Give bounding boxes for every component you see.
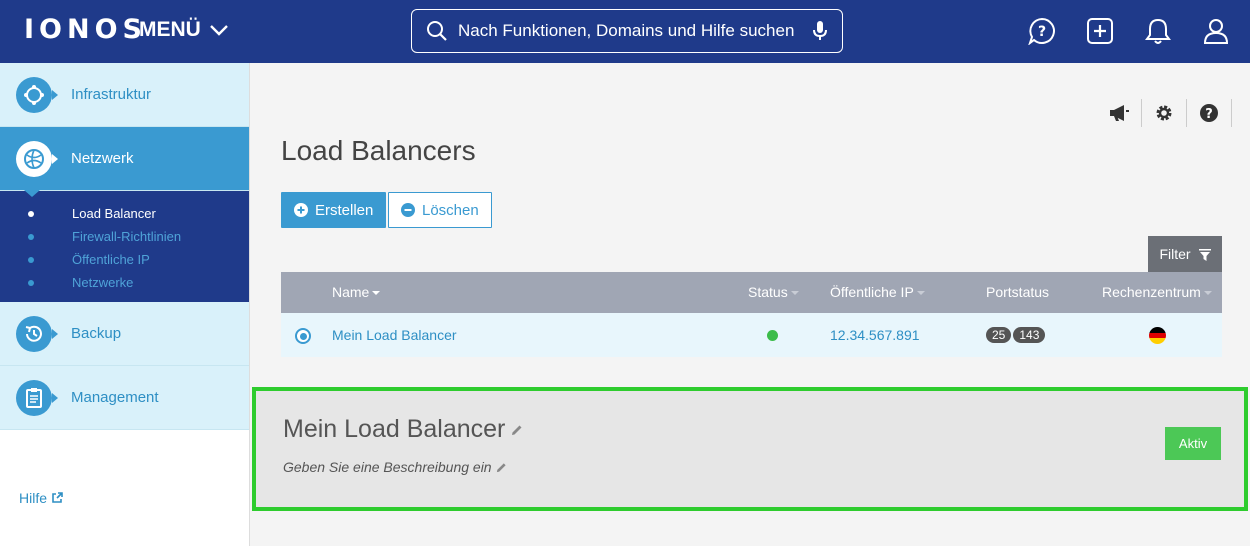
germany-flag-icon	[1149, 327, 1166, 344]
sidebar-item-management[interactable]: Management	[0, 366, 249, 430]
help-icon[interactable]: ?	[1187, 99, 1232, 127]
subitem-firewall-policies[interactable]: Firewall-Richtlinien	[0, 225, 249, 248]
search-input[interactable]	[458, 21, 802, 41]
clipboard-icon	[16, 379, 58, 416]
create-button-label: Erstellen	[315, 201, 374, 219]
help-chat-icon[interactable]: ?	[1026, 14, 1058, 48]
help-link-label: Hilfe	[19, 490, 48, 506]
sidebar-item-label: Backup	[71, 325, 122, 342]
column-name[interactable]: Name	[332, 284, 381, 300]
search-box[interactable]	[411, 9, 843, 53]
pencil-icon[interactable]	[496, 462, 507, 473]
column-datacenter[interactable]: Rechenzentrum	[1102, 284, 1212, 300]
infrastructure-icon	[16, 76, 58, 113]
megaphone-icon[interactable]	[1097, 99, 1142, 127]
subitem-load-balancer[interactable]: Load Balancer	[0, 202, 249, 225]
subitem-label: Firewall-Richtlinien	[72, 229, 182, 244]
table-row[interactable]: Mein Load Balancer 12.34.567.891 25 143	[281, 313, 1222, 357]
ionos-logo[interactable]: IONOS	[24, 14, 147, 45]
status-badge: Aktiv	[1165, 427, 1221, 460]
status-indicator	[767, 330, 778, 341]
chevron-down-icon	[209, 25, 228, 36]
column-label: Name	[332, 284, 370, 300]
svg-text:?: ?	[1038, 24, 1046, 40]
description-field[interactable]: Geben Sie eine Beschreibung ein	[283, 459, 507, 475]
microphone-icon[interactable]	[812, 20, 828, 42]
description-placeholder: Geben Sie eine Beschreibung ein	[283, 459, 492, 475]
backup-icon	[16, 315, 58, 352]
row-public-ip: 12.34.567.891	[830, 327, 920, 343]
bell-icon[interactable]	[1142, 14, 1174, 48]
menu-label: MENÜ	[139, 18, 201, 41]
svg-text:?: ?	[1205, 107, 1213, 122]
sidebar: Infrastruktur Netzwerk Load Balancer Fir…	[0, 63, 250, 546]
port-status: 25 143	[986, 326, 1047, 343]
detail-title[interactable]: Mein Load Balancer	[283, 415, 523, 444]
pencil-icon[interactable]	[511, 424, 523, 436]
menu-button[interactable]: MENÜ	[139, 18, 229, 42]
column-port-status: Portstatus	[986, 284, 1049, 300]
settings-icon[interactable]	[1142, 99, 1187, 127]
main-content: ? Load Balancers Erstellen Löschen Filte…	[251, 63, 1250, 546]
minus-circle-icon	[401, 203, 415, 217]
add-icon[interactable]	[1084, 14, 1116, 48]
top-bar: IONOS MENÜ ?	[0, 0, 1250, 63]
column-label: Rechenzentrum	[1102, 284, 1201, 300]
network-submenu: Load Balancer Firewall-Richtlinien Öffen…	[0, 191, 249, 302]
filter-label: Filter	[1159, 246, 1191, 262]
subitem-label: Öffentliche IP	[72, 252, 150, 267]
port-badge: 143	[1013, 327, 1046, 343]
bullet-icon	[28, 256, 34, 263]
subitem-label: Netzwerke	[72, 275, 134, 290]
sidebar-item-label: Netzwerk	[71, 150, 134, 167]
row-name[interactable]: Mein Load Balancer	[332, 327, 457, 343]
filter-icon	[1198, 248, 1211, 261]
network-icon	[16, 140, 58, 177]
help-link[interactable]: Hilfe	[19, 490, 63, 506]
sidebar-item-network[interactable]: Netzwerk	[0, 127, 249, 197]
table-header: Name Status Öffentliche IP Portstatus Re…	[281, 272, 1222, 313]
column-status[interactable]: Status	[748, 284, 799, 300]
search-icon	[427, 21, 447, 41]
bullet-icon	[28, 233, 34, 240]
port-badge: 25	[986, 327, 1012, 343]
load-balancer-table: Name Status Öffentliche IP Portstatus Re…	[281, 272, 1222, 357]
detail-panel: Mein Load Balancer Geben Sie eine Beschr…	[252, 387, 1248, 511]
subitem-networks[interactable]: Netzwerke	[0, 271, 249, 294]
column-label: Portstatus	[986, 284, 1050, 300]
user-icon[interactable]	[1200, 14, 1232, 48]
plus-circle-icon	[294, 203, 308, 217]
sidebar-item-label: Infrastruktur	[71, 86, 152, 103]
column-label: Status	[748, 284, 788, 300]
column-public-ip[interactable]: Öffentliche IP	[830, 284, 925, 300]
column-label: Öffentliche IP	[830, 284, 914, 300]
subitem-public-ip[interactable]: Öffentliche IP	[0, 248, 249, 271]
external-link-icon	[52, 492, 63, 503]
bullet-icon	[28, 279, 34, 286]
create-button[interactable]: Erstellen	[281, 192, 387, 228]
delete-button[interactable]: Löschen	[388, 192, 492, 228]
filter-button[interactable]: Filter	[1148, 236, 1222, 272]
bullet-icon	[28, 210, 34, 217]
sidebar-item-infrastructure[interactable]: Infrastruktur	[0, 63, 249, 127]
status-online-icon	[767, 330, 778, 341]
subitem-label: Load Balancer	[72, 206, 156, 221]
sidebar-item-backup[interactable]: Backup	[0, 302, 249, 366]
page-title: Load Balancers	[281, 135, 476, 166]
datacenter-flag	[1149, 327, 1166, 344]
detail-title-text: Mein Load Balancer	[283, 415, 506, 443]
row-radio-button[interactable]	[295, 328, 311, 344]
sidebar-item-label: Management	[71, 389, 159, 406]
delete-button-label: Löschen	[422, 201, 479, 219]
